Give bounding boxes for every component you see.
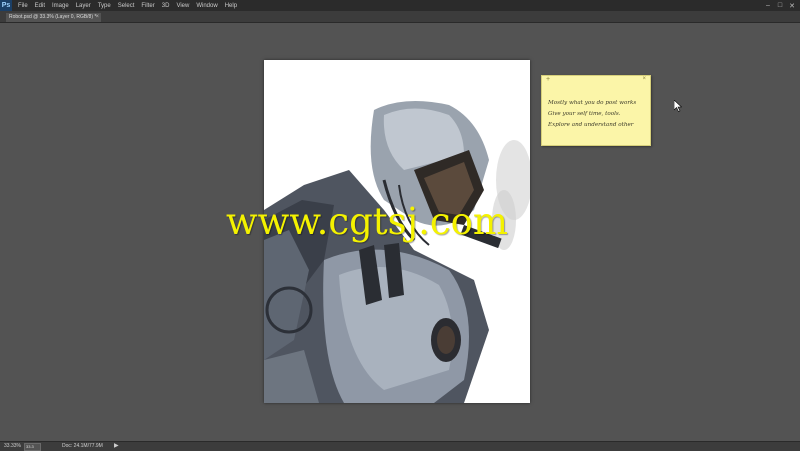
menu-bar: Ps File Edit Image Layer Type Select Fil… bbox=[0, 0, 800, 11]
mouse-cursor-icon bbox=[674, 100, 682, 112]
zoom-level: 33.33% bbox=[4, 443, 21, 449]
document-tab-title: Robot.psd @ 33.3% (Layer 0, RGB/8) * bbox=[9, 14, 97, 20]
note-line-3: Explore and understand other bbox=[548, 122, 634, 128]
menu-help[interactable]: Help bbox=[225, 3, 237, 9]
menu-type[interactable]: Type bbox=[98, 3, 111, 9]
menu-3d[interactable]: 3D bbox=[162, 3, 170, 9]
menu-select[interactable]: Select bbox=[118, 3, 135, 9]
menu-file[interactable]: File bbox=[18, 3, 28, 9]
window-controls: – □ ✕ bbox=[762, 0, 798, 11]
menu-edit[interactable]: Edit bbox=[35, 3, 45, 9]
menu-filter[interactable]: Filter bbox=[141, 3, 154, 9]
status-menu-arrow-icon[interactable]: ▶ bbox=[114, 442, 119, 449]
menu-layer[interactable]: Layer bbox=[76, 3, 91, 9]
document-tab[interactable]: Robot.psd @ 33.3% (Layer 0, RGB/8) * × bbox=[6, 13, 101, 22]
note-line-1: Mostly what you do post works bbox=[548, 100, 637, 106]
menu-window[interactable]: Window bbox=[196, 3, 217, 9]
photoshop-logo-icon: Ps bbox=[0, 0, 12, 11]
maximize-button[interactable]: □ bbox=[774, 2, 786, 9]
close-window-button[interactable]: ✕ bbox=[786, 2, 798, 10]
note-close-icon[interactable]: × bbox=[642, 76, 646, 82]
document-info: Doc: 24.1M/77.9M bbox=[62, 443, 103, 449]
watermark-text: www.cgtsj.com bbox=[226, 200, 508, 243]
tab-close-icon[interactable]: × bbox=[95, 13, 99, 22]
menu-image[interactable]: Image bbox=[52, 3, 69, 9]
note-add-icon[interactable]: + bbox=[546, 76, 550, 83]
minimize-button[interactable]: – bbox=[762, 2, 774, 9]
note-line-2: Give your self time, tools. bbox=[548, 111, 621, 117]
sticky-note[interactable]: + × Mostly what you do post works Give y… bbox=[541, 75, 651, 146]
menu-view[interactable]: View bbox=[176, 3, 189, 9]
document-tab-bar: Robot.psd @ 33.3% (Layer 0, RGB/8) * × bbox=[0, 11, 800, 23]
